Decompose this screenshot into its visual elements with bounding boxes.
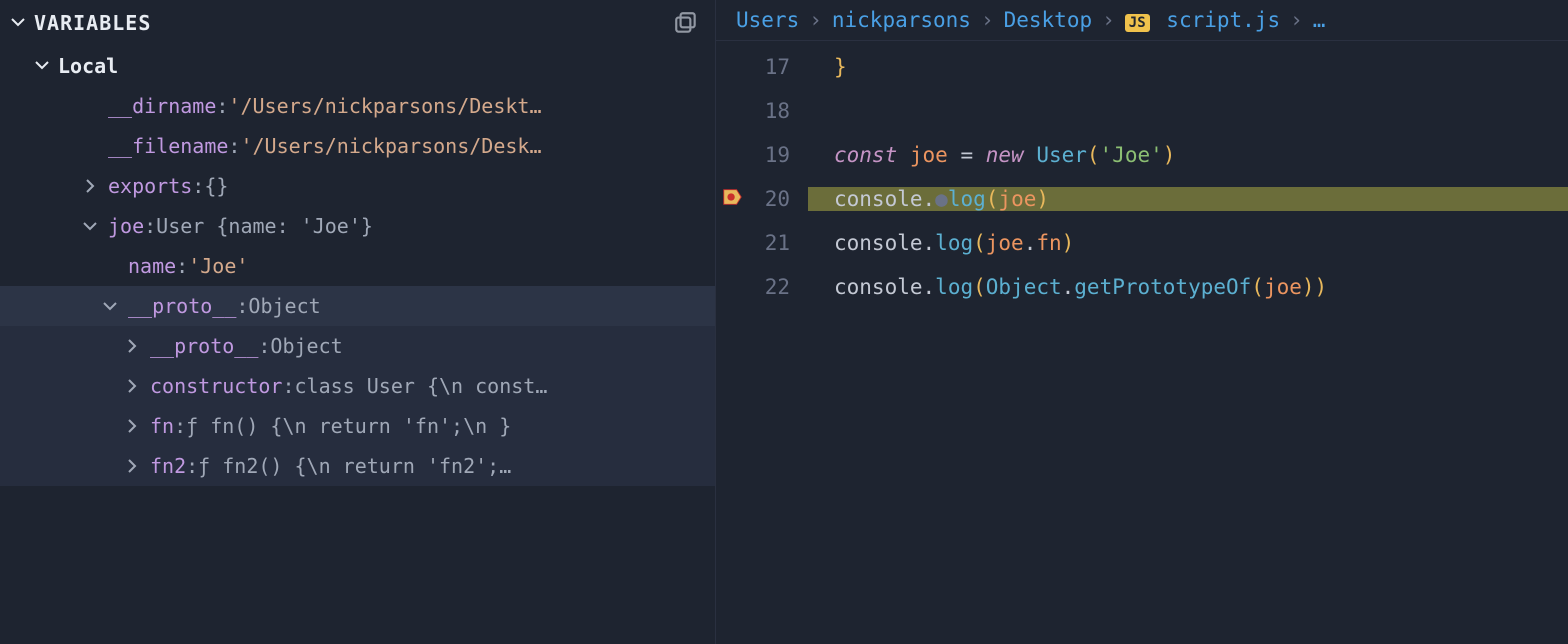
- code-content[interactable]: console.log(Object.getPrototypeOf(joe)): [808, 275, 1568, 299]
- variable-name: fn: [150, 414, 174, 438]
- line-number: 21: [748, 231, 808, 255]
- line-number: 22: [748, 275, 808, 299]
- variable-value: ƒ fn2() {\n return 'fn2';…: [198, 454, 511, 478]
- chevron-down-icon: [34, 54, 50, 78]
- variable-value: User {name: 'Joe'}: [156, 214, 373, 238]
- editor-panel: Users › nickparsons › Desktop › JS scrip…: [716, 0, 1568, 644]
- collapse-all-icon[interactable]: [673, 10, 699, 36]
- chevron-right-icon: ›: [1290, 8, 1303, 32]
- variable-name: __filename: [108, 134, 228, 158]
- variable-row[interactable]: __proto__: Object: [0, 286, 715, 326]
- code-line[interactable]: 18: [716, 89, 1568, 133]
- chevron-down-icon: [10, 11, 26, 35]
- variable-row[interactable]: joe: User {name: 'Joe'}: [0, 206, 715, 246]
- variable-value: class User {\n const…: [295, 374, 548, 398]
- breadcrumb-overflow[interactable]: …: [1313, 8, 1326, 32]
- variable-row[interactable]: fn: ƒ fn() {\n return 'fn';\n }: [0, 406, 715, 446]
- variables-section-header[interactable]: VARIABLES: [0, 0, 715, 46]
- breakpoint-current-icon: [721, 186, 743, 213]
- chevron-right-icon: ›: [1102, 8, 1115, 32]
- breadcrumb-file[interactable]: JS script.js: [1125, 8, 1280, 32]
- chevron-right-icon: [122, 338, 142, 354]
- breakpoint-gutter[interactable]: [716, 186, 748, 213]
- code-editor[interactable]: 17}1819const joe = new User('Joe')20cons…: [716, 41, 1568, 644]
- scope-local-header[interactable]: Local: [0, 46, 715, 86]
- breadcrumb-item[interactable]: Users: [736, 8, 799, 32]
- code-content[interactable]: console.log(joe.fn): [808, 231, 1568, 255]
- variable-row[interactable]: exports: {}: [0, 166, 715, 206]
- variable-row[interactable]: constructor: class User {\n const…: [0, 366, 715, 406]
- variable-name: name: [128, 254, 176, 278]
- breadcrumb-item[interactable]: Desktop: [1004, 8, 1093, 32]
- variable-value: {}: [204, 174, 228, 198]
- code-content[interactable]: console.●log(joe): [808, 187, 1568, 211]
- chevron-right-icon: [122, 458, 142, 474]
- variables-panel: VARIABLES Local __dirname: '/Users/nickp…: [0, 0, 716, 644]
- variable-name: joe: [108, 214, 144, 238]
- code-content[interactable]: const joe = new User('Joe'): [808, 143, 1568, 167]
- variables-title: VARIABLES: [34, 11, 151, 35]
- variable-value: 'Joe': [188, 254, 248, 278]
- line-number: 20: [748, 187, 808, 211]
- variable-value: ƒ fn() {\n return 'fn';\n }: [186, 414, 511, 438]
- code-line[interactable]: 22console.log(Object.getPrototypeOf(joe)…: [716, 265, 1568, 309]
- code-line[interactable]: 20console.●log(joe): [716, 177, 1568, 221]
- variable-row[interactable]: __proto__: Object: [0, 326, 715, 366]
- variable-value: Object: [248, 294, 320, 318]
- breadcrumb: Users › nickparsons › Desktop › JS scrip…: [716, 0, 1568, 41]
- code-line[interactable]: 19const joe = new User('Joe'): [716, 133, 1568, 177]
- variable-value: Object: [270, 334, 342, 358]
- chevron-right-icon: ›: [809, 8, 822, 32]
- line-number: 19: [748, 143, 808, 167]
- variable-value: '/Users/nickparsons/Deskt…: [228, 94, 541, 118]
- code-line[interactable]: 17}: [716, 45, 1568, 89]
- variable-name: fn2: [150, 454, 186, 478]
- code-content[interactable]: }: [808, 55, 1568, 79]
- variable-row[interactable]: name: 'Joe': [0, 246, 715, 286]
- variable-name: exports: [108, 174, 192, 198]
- chevron-down-icon: [100, 298, 120, 314]
- scope-name: Local: [58, 54, 118, 78]
- line-number: 18: [748, 99, 808, 123]
- js-file-icon: JS: [1125, 14, 1150, 32]
- chevron-right-icon: [122, 378, 142, 394]
- variable-value: '/Users/nickparsons/Desk…: [240, 134, 541, 158]
- variable-row[interactable]: __filename: '/Users/nickparsons/Desk…: [0, 126, 715, 166]
- variable-name: __dirname: [108, 94, 216, 118]
- variable-row[interactable]: __dirname: '/Users/nickparsons/Deskt…: [0, 86, 715, 126]
- chevron-right-icon: [80, 178, 100, 194]
- code-line[interactable]: 21console.log(joe.fn): [716, 221, 1568, 265]
- line-number: 17: [748, 55, 808, 79]
- variable-name: constructor: [150, 374, 282, 398]
- variable-row[interactable]: fn2: ƒ fn2() {\n return 'fn2';…: [0, 446, 715, 486]
- variable-name: __proto__: [128, 294, 236, 318]
- chevron-right-icon: ›: [981, 8, 994, 32]
- chevron-down-icon: [80, 218, 100, 234]
- breadcrumb-item[interactable]: nickparsons: [832, 8, 971, 32]
- variable-name: __proto__: [150, 334, 258, 358]
- chevron-right-icon: [122, 418, 142, 434]
